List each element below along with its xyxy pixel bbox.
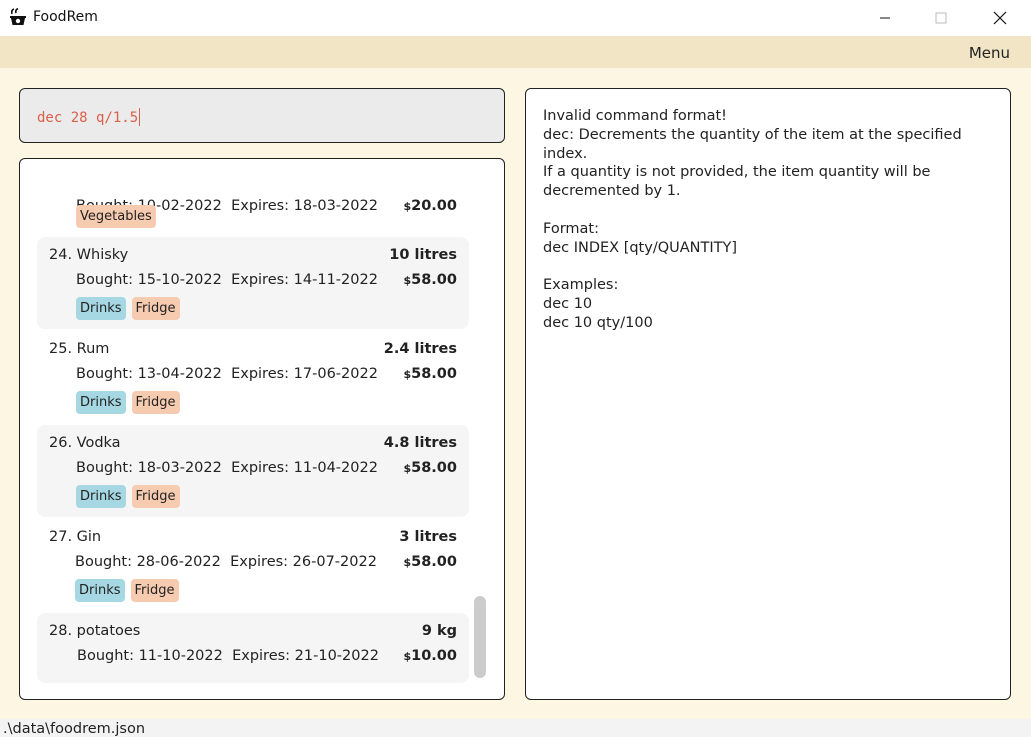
result-display: Invalid command format! dec: Decrements …	[525, 88, 1011, 700]
item-index: 24.	[49, 247, 73, 263]
tag-fridge: Fridge	[131, 297, 180, 320]
item-name: Rum	[76, 341, 110, 357]
item-bought-date: Bought: 18-03-2022	[76, 460, 222, 476]
item-price: $20.00	[403, 198, 457, 214]
item-expiry-date: Expires: 21-10-2022	[232, 648, 379, 664]
menu-button[interactable]: Menu	[969, 44, 1010, 62]
list-item[interactable]: 27. Gin 3 litres Bought: 28-06-2022 Expi…	[37, 519, 469, 611]
item-index: 28.	[49, 623, 73, 639]
item-quantity: 4.8 litres	[383, 435, 457, 451]
item-tags: Drinks Fridge	[76, 297, 180, 320]
minimize-button[interactable]	[862, 0, 908, 36]
item-quantity: 2.4 litres	[383, 341, 457, 357]
item-bought-date: Bought: 11-10-2022	[77, 648, 223, 664]
tag-fridge: Fridge	[131, 391, 180, 414]
item-quantity: 10 litres	[389, 247, 457, 263]
item-name: potatoes	[76, 623, 141, 639]
list-scrollbar[interactable]	[474, 596, 486, 678]
item-expiry-date: Expires: 26-07-2022	[230, 554, 377, 570]
item-quantity: 3 litres	[399, 529, 457, 545]
item-expiry-date: Expires: 17-06-2022	[231, 366, 378, 382]
item-bought-date: Bought: 13-04-2022	[76, 366, 222, 382]
item-price: $58.00	[403, 554, 457, 570]
tag-drinks: Drinks	[76, 485, 126, 508]
list-item[interactable]: 26. Vodka 4.8 litres Bought: 18-03-2022 …	[37, 425, 469, 517]
item-expiry-date: Expires: 14-11-2022	[231, 272, 378, 288]
item-index: 27.	[49, 529, 73, 545]
item-tags: Vegetables	[76, 205, 156, 228]
command-text: dec 28 q/1.5	[37, 110, 139, 126]
item-name: Vodka	[76, 435, 121, 451]
item-price: $58.00	[403, 272, 457, 288]
item-list-panel[interactable]: Bought: 10-02-2022 Expires: 18-03-2022 $…	[19, 158, 505, 700]
item-name: Whisky	[76, 247, 129, 263]
status-bar: .\data\foodrem.json	[0, 719, 1031, 737]
tag-drinks: Drinks	[76, 297, 126, 320]
tag-drinks: Drinks	[75, 579, 125, 602]
item-price: $10.00	[403, 648, 457, 664]
tag-fridge: Fridge	[131, 485, 180, 508]
close-icon	[993, 11, 1007, 25]
tag-drinks: Drinks	[76, 391, 126, 414]
list-item[interactable]: 25. Rum 2.4 litres Bought: 13-04-2022 Ex…	[37, 331, 469, 423]
tag-vegetables: Vegetables	[76, 205, 156, 228]
item-index: 26.	[49, 435, 73, 451]
save-file-path: .\data\foodrem.json	[3, 721, 146, 737]
item-price: $58.00	[403, 366, 457, 382]
maximize-button[interactable]	[918, 0, 964, 36]
pot-icon	[9, 7, 28, 27]
menu-bar: Menu	[0, 36, 1031, 68]
item-quantity: 9 kg	[421, 623, 457, 639]
item-expiry-date: Expires: 11-04-2022	[231, 460, 378, 476]
item-expiry-date: Expires: 18-03-2022	[231, 198, 378, 214]
item-tags: Drinks Fridge	[75, 579, 179, 602]
tag-fridge: Fridge	[130, 579, 179, 602]
title-bar: FoodRem	[0, 0, 1031, 36]
item-bought-date: Bought: 28-06-2022	[75, 554, 221, 570]
close-button[interactable]	[977, 0, 1023, 36]
window-title: FoodRem	[33, 9, 98, 25]
text-caret	[139, 108, 141, 126]
command-input[interactable]: dec 28 q/1.5	[19, 88, 505, 143]
list-item[interactable]: 24. Whisky 10 litres Bought: 15-10-2022 …	[37, 237, 469, 329]
item-name: Gin	[76, 529, 102, 545]
maximize-icon	[935, 12, 947, 24]
result-message: Invalid command format! dec: Decrements …	[543, 108, 962, 331]
list-item[interactable]: 28. potatoes 9 kg Bought: 11-10-2022 Exp…	[37, 613, 469, 683]
item-index: 25.	[49, 341, 73, 357]
minimize-icon	[880, 17, 890, 19]
item-bought-date: Bought: 15-10-2022	[76, 272, 222, 288]
item-tags: Drinks Fridge	[76, 391, 180, 414]
item-price: $58.00	[403, 460, 457, 476]
item-tags: Drinks Fridge	[76, 485, 180, 508]
